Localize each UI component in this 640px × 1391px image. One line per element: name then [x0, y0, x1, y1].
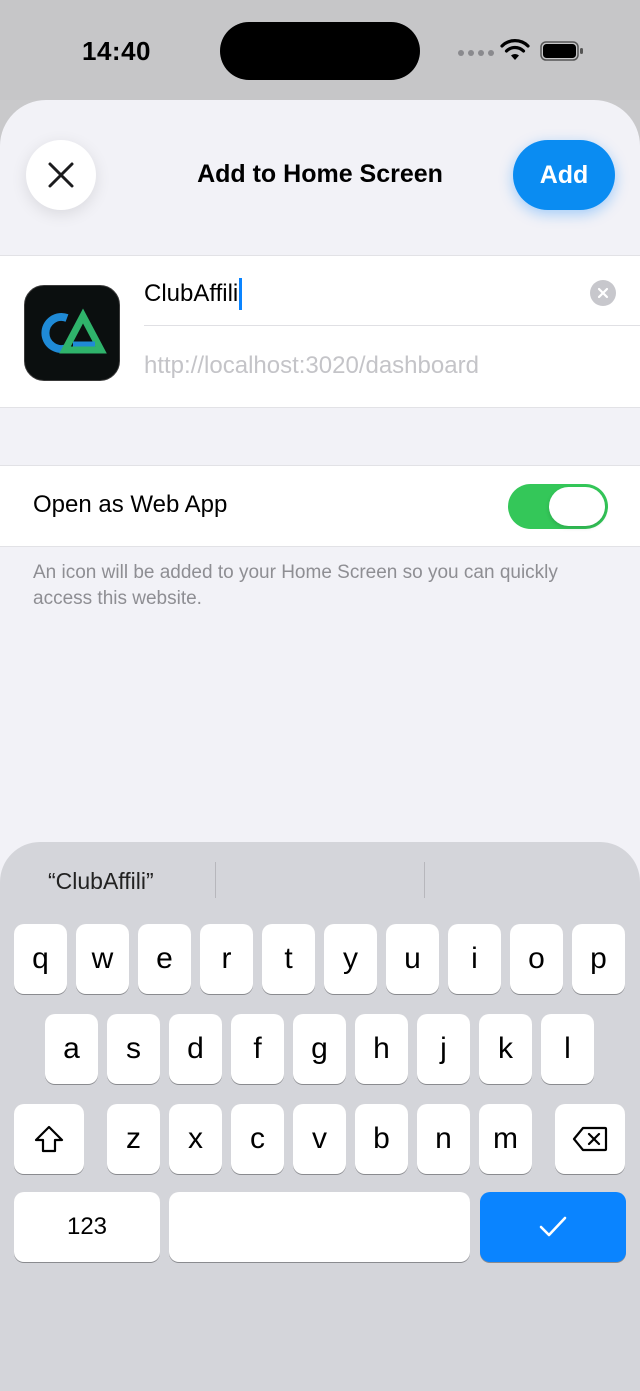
numbers-key[interactable]: 123 [14, 1192, 160, 1262]
app-icon [24, 285, 120, 381]
key-v[interactable]: v [293, 1104, 346, 1174]
bookmark-name-input[interactable]: ClubAffili [144, 274, 243, 314]
wifi-icon [500, 39, 530, 60]
key-p[interactable]: p [572, 924, 625, 994]
key-s[interactable]: s [107, 1014, 160, 1084]
suggestion-divider [424, 862, 425, 898]
key-m[interactable]: m [479, 1104, 532, 1174]
add-button[interactable]: Add [513, 140, 615, 210]
keyboard: “ClubAffili” q w e r t y u i o p a s d f… [0, 842, 640, 1391]
add-to-home-sheet: Add to Home Screen Add ClubAffili http:/… [0, 100, 640, 1391]
key-h[interactable]: h [355, 1014, 408, 1084]
key-j[interactable]: j [417, 1014, 470, 1084]
key-x[interactable]: x [169, 1104, 222, 1174]
backspace-icon [572, 1126, 608, 1152]
key-i[interactable]: i [448, 924, 501, 994]
bookmark-name-value: ClubAffili [144, 280, 239, 307]
suggestion-1[interactable]: “ClubAffili” [48, 868, 154, 895]
status-time: 14:40 [82, 36, 151, 66]
key-d[interactable]: d [169, 1014, 222, 1084]
shift-key[interactable] [14, 1104, 84, 1174]
key-z[interactable]: z [107, 1104, 160, 1174]
suggestion-divider [215, 862, 216, 898]
bookmark-url: http://localhost:3020/dashboard [144, 352, 479, 379]
key-t[interactable]: t [262, 924, 315, 994]
clubaffili-logo-icon [41, 308, 107, 354]
open-as-web-app-row: Open as Web App [0, 465, 640, 547]
key-n[interactable]: n [417, 1104, 470, 1174]
bookmark-info-card: ClubAffili http://localhost:3020/dashboa… [0, 255, 640, 408]
key-k[interactable]: k [479, 1014, 532, 1084]
key-l[interactable]: l [541, 1014, 594, 1084]
cellular-signal-icon [458, 50, 494, 56]
dynamic-island [220, 22, 420, 80]
key-g[interactable]: g [293, 1014, 346, 1084]
shift-icon [34, 1125, 64, 1153]
suggestion-bar: “ClubAffili” [0, 842, 640, 918]
open-as-web-app-label: Open as Web App [33, 491, 228, 518]
delete-key[interactable] [555, 1104, 625, 1174]
key-a[interactable]: a [45, 1014, 98, 1084]
key-o[interactable]: o [510, 924, 563, 994]
key-q[interactable]: q [14, 924, 67, 994]
key-f[interactable]: f [231, 1014, 284, 1084]
checkmark-icon [539, 1216, 567, 1237]
web-app-description: An icon will be added to your Home Scree… [33, 562, 558, 609]
done-key[interactable] [480, 1192, 626, 1262]
clear-text-icon[interactable] [590, 280, 616, 306]
key-e[interactable]: e [138, 924, 191, 994]
key-u[interactable]: u [386, 924, 439, 994]
status-bar: 14:40 [0, 0, 640, 100]
open-as-web-app-toggle[interactable] [508, 484, 608, 529]
space-key[interactable] [169, 1192, 470, 1262]
field-divider [144, 325, 640, 326]
text-cursor [239, 278, 243, 310]
key-y[interactable]: y [324, 924, 377, 994]
key-b[interactable]: b [355, 1104, 408, 1174]
key-r[interactable]: r [200, 924, 253, 994]
key-w[interactable]: w [76, 924, 129, 994]
key-c[interactable]: c [231, 1104, 284, 1174]
toggle-knob [549, 487, 605, 526]
battery-icon [540, 41, 583, 61]
